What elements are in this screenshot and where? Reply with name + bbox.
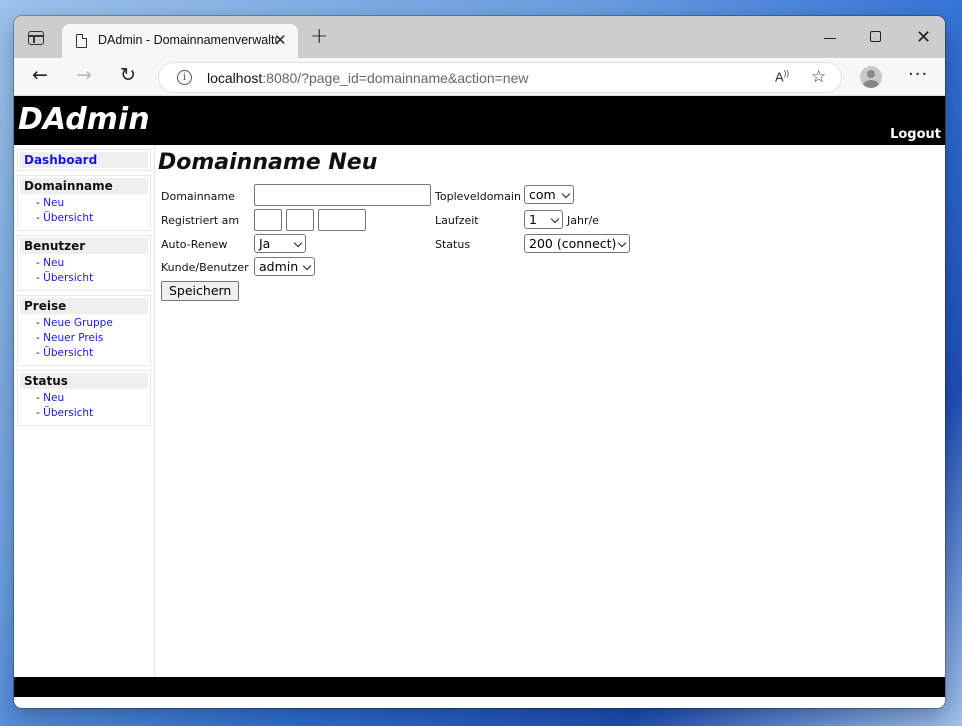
browser-window: DAdmin - Domainnamenverwaltung ✕ + ✕ ← →… <box>14 16 945 708</box>
sidebar-link-neue-gruppe[interactable]: Neue Gruppe <box>43 317 113 329</box>
chevron-down-icon <box>293 238 303 248</box>
label-status: Status <box>435 238 471 251</box>
page-title: Domainname Neu <box>158 150 378 175</box>
chevron-down-icon <box>617 238 627 248</box>
sidebar-item: - Übersicht <box>36 347 94 359</box>
sidebar-item: - Neu <box>36 392 65 404</box>
tld-select-value: com <box>529 187 556 202</box>
sidebar-section-preise: Preise - Neue Gruppe - Neuer Preis - Übe… <box>17 295 151 366</box>
main-content: Domainname Neu Domainname Topleveldomain… <box>158 145 945 301</box>
sidebar-section-benutzer: Benutzer - Neu - Übersicht <box>17 235 151 291</box>
sidebar-dashboard-link[interactable]: Dashboard <box>20 152 148 168</box>
sidebar-link-status-uebersicht[interactable]: Übersicht <box>43 407 93 419</box>
sidebar-item: - Neu <box>36 197 65 209</box>
autorenew-select[interactable]: Ja <box>254 234 306 253</box>
tld-select[interactable]: com <box>524 185 574 204</box>
label-domainname: Domainname <box>161 190 235 203</box>
domainname-input[interactable] <box>254 184 431 206</box>
kunde-select-value: admin <box>259 259 299 274</box>
page-viewport: DAdmin Logout Dashboard Domainname - Neu… <box>14 96 945 708</box>
read-aloud-icon[interactable]: A)) <box>775 69 789 84</box>
label-registriert: Registriert am <box>161 214 240 227</box>
url-host: localhost <box>207 70 263 86</box>
sidebar-section-domainname: Domainname - Neu - Übersicht <box>17 175 151 231</box>
app-title: DAdmin <box>18 102 150 137</box>
new-tab-icon[interactable]: + <box>310 26 328 48</box>
registriert-day-input[interactable] <box>254 209 282 231</box>
label-autorenew: Auto-Renew <box>161 238 228 251</box>
sidebar-link-domainname-uebersicht[interactable]: Übersicht <box>43 212 93 224</box>
sidebar-section-title: Domainname <box>20 178 148 194</box>
sidebar-item: - Neu <box>36 257 65 269</box>
sidebar-link-domainname-neu[interactable]: Neu <box>43 197 64 209</box>
status-select-value: 200 (connect) <box>529 236 617 251</box>
kunde-select[interactable]: admin <box>254 257 315 276</box>
sidebar-section-status: Status - Neu - Übersicht <box>17 370 151 426</box>
app-header: DAdmin Logout <box>14 96 945 145</box>
autorenew-select-value: Ja <box>259 236 271 251</box>
sidebar-section-title: Benutzer <box>20 238 148 254</box>
sidebar: Dashboard Domainname - Neu - Übersicht B… <box>14 145 155 677</box>
title-bar: DAdmin - Domainnamenverwaltung ✕ + ✕ <box>14 16 945 58</box>
page-icon <box>76 34 87 48</box>
forward-icon[interactable]: → <box>76 66 92 85</box>
sidebar-item: - Übersicht <box>36 407 94 419</box>
profile-avatar[interactable] <box>860 66 882 88</box>
save-button[interactable]: Speichern <box>161 281 240 301</box>
label-laufzeit: Laufzeit <box>435 214 479 227</box>
sidebar-link-neuer-preis[interactable]: Neuer Preis <box>43 332 103 344</box>
address-bar[interactable]: i localhost:8080/?page_id=domainname&act… <box>158 62 842 93</box>
tab-actions-icon[interactable] <box>28 31 44 45</box>
url-path: :8080/?page_id=domainname&action=new <box>262 70 529 86</box>
reload-icon[interactable]: ↻ <box>120 66 136 85</box>
chevron-down-icon <box>561 189 571 199</box>
browser-toolbar: ← → ↻ i localhost:8080/?page_id=domainna… <box>14 58 945 96</box>
tab-close-icon[interactable]: ✕ <box>274 31 287 49</box>
app-footer <box>14 677 945 697</box>
minimize-icon[interactable] <box>824 38 836 39</box>
sidebar-item: - Neuer Preis <box>36 332 104 344</box>
sidebar-dashboard-block: Dashboard <box>17 149 151 171</box>
close-window-icon[interactable]: ✕ <box>916 27 931 48</box>
status-select[interactable]: 200 (connect) <box>524 234 630 253</box>
sidebar-section-title: Preise <box>20 298 148 314</box>
add-favorite-icon[interactable]: ☆ <box>811 67 826 87</box>
more-menu-icon[interactable]: ··· <box>908 64 928 85</box>
logout-link[interactable]: Logout <box>890 127 941 142</box>
url-text[interactable]: localhost:8080/?page_id=domainname&actio… <box>207 70 528 86</box>
sidebar-link-benutzer-neu[interactable]: Neu <box>43 257 64 269</box>
sidebar-section-title: Status <box>20 373 148 389</box>
sidebar-link-status-neu[interactable]: Neu <box>43 392 64 404</box>
back-icon[interactable]: ← <box>32 66 48 85</box>
laufzeit-unit: Jahr/e <box>567 214 599 227</box>
laufzeit-select[interactable]: 1 <box>524 210 563 229</box>
browser-tab[interactable]: DAdmin - Domainnamenverwaltung ✕ <box>62 24 298 58</box>
sidebar-item: - Übersicht <box>36 272 94 284</box>
label-kunde: Kunde/Benutzer <box>161 261 249 274</box>
tab-title: DAdmin - Domainnamenverwaltung <box>98 33 278 47</box>
laufzeit-select-value: 1 <box>529 212 537 227</box>
sidebar-item: - Übersicht <box>36 212 94 224</box>
sidebar-item: - Neue Gruppe <box>36 317 113 329</box>
sidebar-link-preise-uebersicht[interactable]: Übersicht <box>43 347 93 359</box>
maximize-icon[interactable] <box>870 31 881 42</box>
chevron-down-icon <box>302 261 312 271</box>
site-info-icon[interactable]: i <box>177 70 192 85</box>
sidebar-link-benutzer-uebersicht[interactable]: Übersicht <box>43 272 93 284</box>
chevron-down-icon <box>550 214 560 224</box>
registriert-year-input[interactable] <box>318 209 366 231</box>
registriert-month-input[interactable] <box>286 209 314 231</box>
label-topleveldomain: Topleveldomain <box>435 190 521 203</box>
